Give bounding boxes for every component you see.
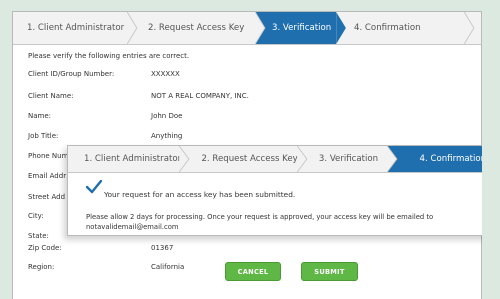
verify-instructions: Please verify the following entries are … — [28, 52, 190, 60]
step-label: 3. Verification — [272, 23, 332, 33]
field-label: City: — [28, 212, 44, 220]
processing-info-text: Please allow 2 days for processing. Once… — [86, 213, 434, 221]
field-label: Name: — [28, 112, 52, 120]
field-label: Region: — [28, 263, 55, 271]
field-label: Zip Code: — [28, 244, 62, 252]
field-label: Client Name: — [28, 92, 74, 100]
step-client-administrator: 1. Client Administrator — [13, 12, 138, 44]
field-row: Name: John Doe — [28, 112, 182, 120]
field-row: Client ID/Group Number: XXXXXX — [28, 70, 180, 78]
chevron-separator-icon — [336, 12, 346, 44]
field-row: Street Add — [28, 193, 65, 201]
field-value: NOT A REAL COMPANY, INC. — [151, 92, 249, 100]
confirmation-panel: 1. Client Administrator 2. Request Acces… — [67, 145, 500, 236]
step-label: 2. Request Access Key — [148, 23, 245, 33]
step-label: 4. Confirmation — [354, 23, 421, 33]
field-label: State: — [28, 232, 49, 240]
field-value: California — [151, 263, 185, 271]
step-client-administrator: 1. Client Administrator — [68, 146, 190, 172]
field-value: Anything — [151, 132, 183, 140]
submission-confirmation-message: Your request for an access key has been … — [104, 190, 296, 199]
step-confirmation: 4. Confirmation — [336, 12, 476, 44]
step-verification: 3. Verification — [303, 146, 388, 172]
checkmark-icon — [86, 180, 102, 194]
field-value: John Doe — [151, 112, 183, 120]
field-label: Job Title: — [28, 132, 59, 140]
field-label: Client ID/Group Number: — [28, 70, 115, 78]
field-row: State: — [28, 232, 49, 240]
field-label: Email Addr — [28, 172, 67, 180]
field-value: 01367 — [151, 244, 174, 252]
field-row: Region: California — [28, 263, 184, 271]
step-request-access-key: 2. Request Access Key — [133, 12, 256, 44]
chevron-separator-icon — [386, 146, 397, 172]
field-label: Street Add — [28, 193, 66, 201]
chevron-separator-icon — [255, 12, 266, 44]
processing-info: Please allow 2 days for processing. Once… — [86, 212, 496, 232]
cancel-button[interactable]: CANCEL — [225, 262, 281, 281]
field-row: Phone Num — [28, 152, 68, 160]
step-progress-bar: 1. Client Administrator 2. Request Acces… — [68, 146, 499, 173]
field-row: Zip Code: 01367 — [28, 244, 173, 252]
field-row: City: — [28, 212, 44, 220]
page-background-strip — [482, 0, 500, 299]
step-label: 3. Verification — [318, 154, 379, 164]
step-label: 4. Confirmation — [419, 154, 487, 164]
step-label: 1. Client Administrator — [84, 154, 182, 164]
field-label: Phone Num — [28, 152, 69, 160]
field-value: XXXXXX — [151, 70, 180, 78]
step-label: 2. Request Access Key — [201, 154, 298, 164]
chevron-separator-icon — [464, 12, 475, 44]
notification-email: notavalidemail@email.com — [86, 223, 179, 231]
step-request-access-key: 2. Request Access Key — [185, 146, 308, 172]
field-row: Job Title: Anything — [28, 132, 182, 140]
field-row: Client Name: NOT A REAL COMPANY, INC. — [28, 92, 249, 100]
field-row: Email Addr — [28, 172, 66, 180]
step-progress-bar: 1. Client Administrator 2. Request Acces… — [13, 12, 481, 45]
submit-button[interactable]: SUBMIT — [301, 262, 358, 281]
step-label: 1. Client Administrator — [27, 23, 125, 33]
step-verification: 3. Verification — [255, 12, 336, 44]
